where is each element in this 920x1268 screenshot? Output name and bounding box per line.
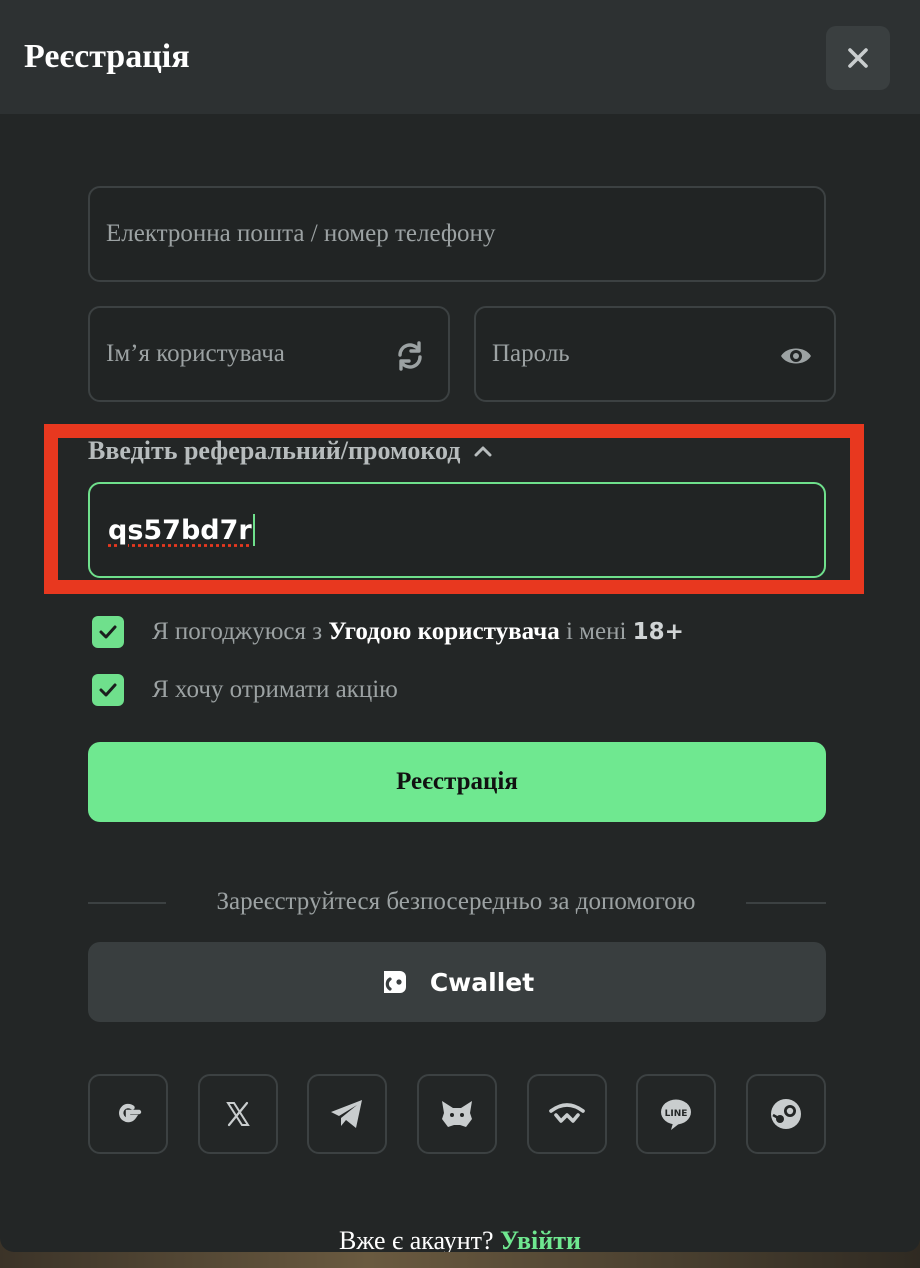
- password-placeholder: Пароль: [492, 340, 570, 367]
- x-icon: [226, 1101, 250, 1127]
- promo-highlight-box: [44, 424, 864, 594]
- promo-optin-label: Я хочу отримати акцію: [152, 676, 398, 703]
- google-login-button[interactable]: [88, 1074, 168, 1154]
- modal-header: Реєстрація: [0, 0, 920, 114]
- close-button[interactable]: [826, 26, 890, 90]
- promo-optin-checkbox[interactable]: [92, 674, 124, 706]
- registration-modal: Реєстрація Електронна пошта / номер теле…: [0, 0, 920, 1252]
- username-placeholder: Ім’я користувача: [106, 340, 285, 367]
- cwallet-button[interactable]: Cwallet: [88, 942, 826, 1022]
- divider-left: [88, 902, 166, 904]
- refresh-icon[interactable]: [392, 338, 428, 374]
- close-icon: [848, 48, 868, 68]
- email-phone-placeholder: Електронна пошта / номер телефону: [106, 220, 496, 247]
- metamask-login-button[interactable]: [417, 1074, 497, 1154]
- x-login-button[interactable]: [198, 1074, 278, 1154]
- register-button[interactable]: Реєстрація: [88, 742, 826, 822]
- cwallet-icon: [383, 971, 406, 993]
- eye-icon[interactable]: [778, 338, 814, 374]
- line-login-button[interactable]: LINE: [636, 1074, 716, 1154]
- promo-optin-row: Я хочу отримати акцію: [92, 674, 398, 706]
- social-divider-text: Зареєструйтеся безпосередньо за допомого…: [216, 888, 696, 915]
- checkmark-icon: [99, 683, 117, 697]
- walletconnect-icon: [549, 1103, 585, 1123]
- google-icon: [119, 1103, 142, 1123]
- user-agreement-link[interactable]: Угодою користувача: [328, 618, 559, 646]
- username-field[interactable]: Ім’я користувача: [88, 306, 450, 402]
- age-badge: 18+: [632, 619, 684, 645]
- terms-prefix: Я погоджуюся з: [152, 618, 323, 645]
- login-prompt-text: Вже є акаунт?: [339, 1226, 494, 1252]
- line-icon: LINE: [661, 1099, 691, 1130]
- steam-icon: [771, 1099, 801, 1129]
- password-field[interactable]: Пароль: [474, 306, 836, 402]
- divider-right: [746, 902, 826, 904]
- login-link[interactable]: Увійти: [500, 1226, 581, 1252]
- telegram-icon: [331, 1100, 362, 1128]
- modal-title: Реєстрація: [24, 38, 190, 75]
- terms-middle: і мені: [565, 618, 627, 645]
- login-prompt: Вже є акаунт? Увійти: [0, 1226, 920, 1252]
- svg-text:LINE: LINE: [665, 1109, 688, 1119]
- telegram-login-button[interactable]: [307, 1074, 387, 1154]
- email-phone-field[interactable]: Електронна пошта / номер телефону: [88, 186, 826, 282]
- walletconnect-login-button[interactable]: [527, 1074, 607, 1154]
- terms-checkbox[interactable]: [92, 616, 124, 648]
- cwallet-label: Cwallet: [429, 967, 535, 997]
- checkmark-icon: [99, 625, 117, 639]
- terms-agreement-row: Я погоджуюся з Угодою користувача і мені…: [92, 616, 684, 648]
- metamask-icon: [442, 1101, 472, 1127]
- steam-login-button[interactable]: [746, 1074, 826, 1154]
